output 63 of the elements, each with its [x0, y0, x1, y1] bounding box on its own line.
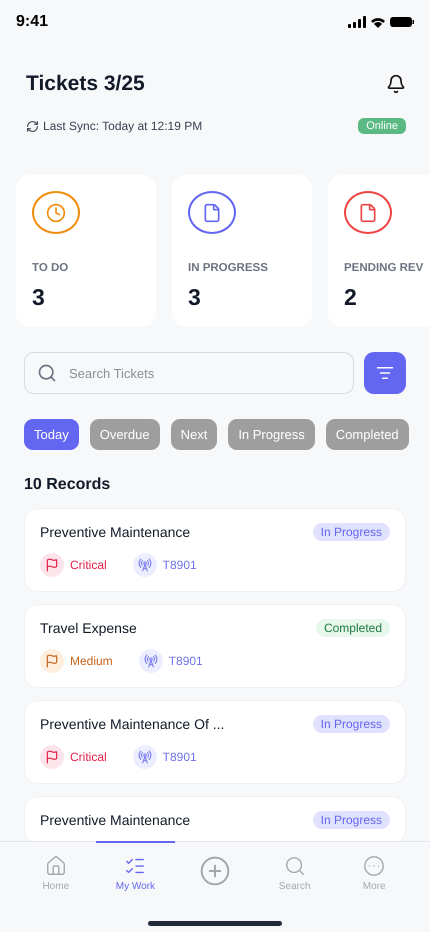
flag-icon — [40, 745, 64, 769]
bell-icon[interactable] — [386, 74, 406, 94]
flag-icon — [40, 553, 64, 577]
asset-id: T8901 — [162, 558, 197, 572]
online-badge: Online — [358, 118, 406, 134]
wifi-icon — [371, 16, 385, 28]
sync-icon — [26, 120, 39, 132]
more-icon — [363, 855, 386, 877]
filter-chip[interactable]: In Progress — [228, 419, 315, 450]
asset-id: T8901 — [168, 654, 203, 668]
file-icon — [358, 202, 378, 222]
home-icon — [44, 855, 67, 877]
ticket-card[interactable]: Travel Expense Completed Medium T8901 — [24, 604, 406, 688]
search-icon — [37, 363, 57, 383]
stat-count: 3 — [188, 284, 202, 311]
ticket-title: Preventive Maintenance — [40, 524, 190, 540]
last-sync-text: Last Sync: Today at 12:19 PM — [43, 119, 202, 133]
page-title: Tickets 3/25 — [26, 72, 145, 96]
stat-card[interactable]: PENDING REV 2 — [328, 175, 430, 327]
search-input[interactable]: Search Tickets — [67, 364, 341, 382]
battery-icon — [390, 17, 414, 27]
priority-label: Critical — [70, 750, 107, 764]
stat-count: 3 — [32, 284, 46, 311]
ticket-card[interactable]: Preventive Maintenance In Progress — [24, 796, 406, 841]
status-badge: Completed — [316, 619, 390, 637]
stat-label: PENDING REV — [344, 262, 424, 274]
nav-tab[interactable]: More — [334, 841, 414, 932]
search-field[interactable]: Search Tickets — [24, 352, 354, 394]
nav-tab[interactable]: Home — [16, 841, 96, 932]
status-badge: In Progress — [312, 715, 390, 733]
filter-chip[interactable]: Overdue — [90, 419, 160, 450]
ticket-card[interactable]: Preventive Maintenance In Progress Critical T8901 — [24, 508, 406, 592]
signal-icon — [348, 16, 366, 28]
status-time: 9:41 — [16, 13, 48, 31]
ticket-title: Travel Expense — [40, 620, 137, 636]
search-icon — [284, 855, 306, 877]
flag-icon — [40, 649, 64, 673]
records-count: 10 Records — [24, 476, 112, 494]
tower-icon — [138, 649, 163, 673]
ticket-title: Preventive Maintenance — [40, 812, 190, 828]
tower-icon — [132, 553, 157, 577]
file-icon — [202, 202, 222, 222]
stat-count: 2 — [344, 284, 358, 311]
filter-chip[interactable]: Today — [24, 419, 79, 450]
tower-icon — [132, 745, 157, 769]
stat-card[interactable]: IN PROGRESS 3 — [172, 175, 312, 327]
clock-icon — [46, 202, 66, 222]
plus-circle-icon — [198, 855, 231, 887]
filter-chip[interactable]: Next — [170, 419, 218, 450]
stat-label: IN PROGRESS — [188, 262, 269, 274]
filter-chip[interactable]: Completed — [326, 419, 409, 450]
priority-label: Medium — [70, 654, 113, 668]
filter-button[interactable] — [364, 352, 406, 394]
ticket-title: Preventive Maintenance Of ... — [40, 716, 224, 732]
priority-label: Critical — [70, 558, 107, 572]
asset-id: T8901 — [162, 750, 197, 764]
filter-icon — [376, 364, 394, 382]
stat-card[interactable]: TO DO 3 — [16, 175, 156, 327]
nav-tab[interactable]: Search — [254, 841, 334, 932]
status-badge: In Progress — [312, 523, 390, 541]
status-badge: In Progress — [312, 811, 390, 829]
stat-label: TO DO — [32, 262, 70, 274]
ticket-card[interactable]: Preventive Maintenance Of ... In Progress Critical T8901 — [24, 700, 406, 784]
